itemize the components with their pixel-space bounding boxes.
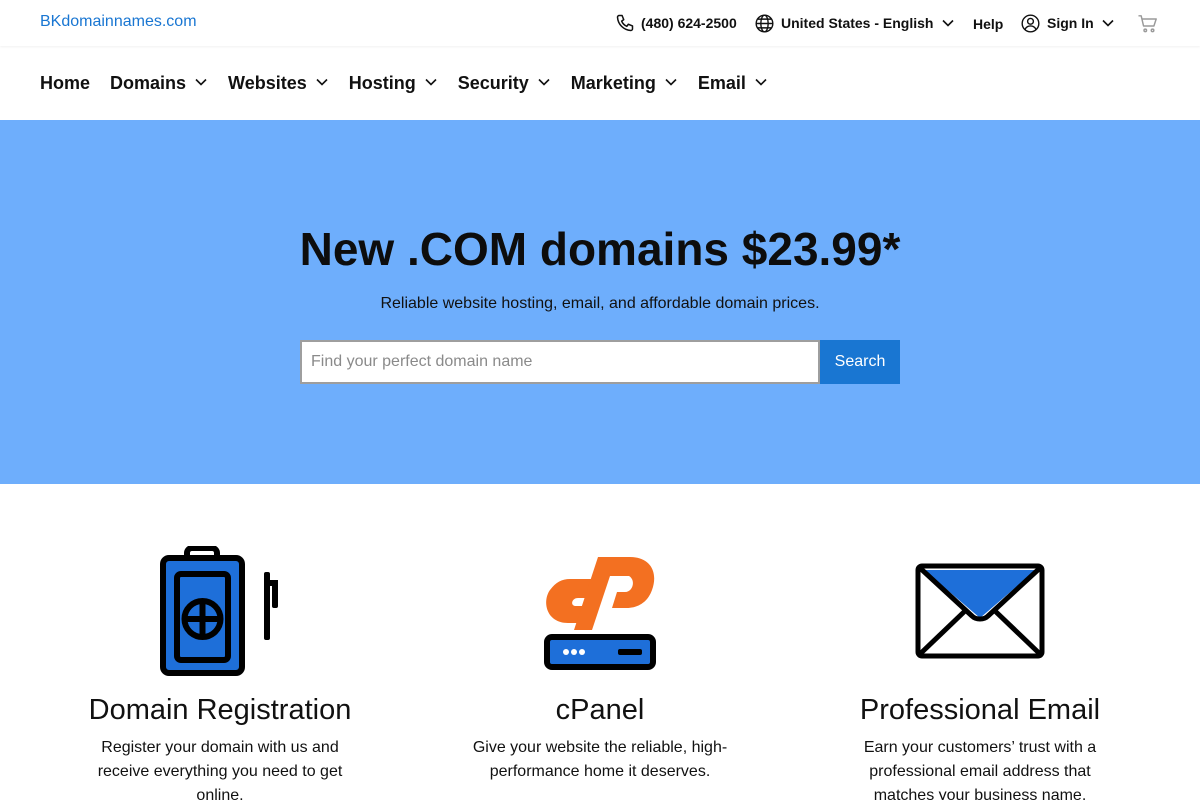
search-button[interactable]: Search [820, 340, 900, 384]
cpanel-icon [530, 546, 670, 678]
hero-title: New .COM domains $23.99* [299, 223, 901, 275]
user-circle-icon [1020, 13, 1041, 34]
cart-icon [1137, 14, 1159, 34]
nav-item-label: Websites [228, 72, 307, 93]
domain-registration-icon [150, 545, 290, 678]
nav-item-label: Email [697, 72, 746, 93]
chevron-down-icon [1101, 16, 1115, 30]
nav-item-email[interactable]: Email [698, 71, 768, 95]
brand-link[interactable]: BKdomainnames.com [40, 13, 197, 31]
utility-bar: BKdomainnames.com (480) 624-2500 United … [0, 0, 1200, 46]
features-section: Domain Registration Register your domain… [0, 484, 1200, 800]
hero-subtitle: Reliable website hosting, email, and aff… [380, 295, 820, 312]
nav-item-hosting[interactable]: Hosting [349, 71, 438, 95]
help-link[interactable]: Help [973, 13, 1003, 35]
nav-item-home[interactable]: Home [40, 71, 90, 95]
chevron-down-icon [664, 73, 678, 94]
domain-search-input[interactable] [300, 340, 820, 384]
feature-title: cPanel [555, 694, 645, 726]
chevron-down-icon [941, 16, 955, 30]
email-envelope-icon [910, 546, 1050, 678]
feature-description: Register your domain with us and receive… [97, 739, 343, 800]
feature-description: Earn your customers’ trust with a profes… [863, 739, 1097, 800]
feature-title: Domain Registration [88, 694, 352, 726]
cart-button[interactable] [1137, 13, 1159, 35]
domain-search-form: Search [300, 340, 900, 384]
nav-item-websites[interactable]: Websites [228, 71, 329, 95]
main-nav: Home Domains Websites Hosting Security M… [0, 46, 1200, 120]
hero-section: New .COM domains $23.99* Reliable websit… [0, 120, 1200, 484]
phone-number: (480) 624-2500 [641, 15, 737, 31]
phone-icon [615, 13, 635, 33]
nav-list: Home Domains Websites Hosting Security M… [40, 71, 788, 95]
chevron-down-icon [194, 73, 208, 94]
nav-item-domains[interactable]: Domains [110, 71, 208, 95]
chevron-down-icon [754, 73, 768, 94]
nav-item-label: Security [457, 72, 529, 93]
feature-description: Give your website the reliable, high-per… [472, 739, 728, 780]
nav-item-label: Hosting [348, 72, 416, 93]
sign-in-menu[interactable]: Sign In [1020, 12, 1115, 34]
phone-link[interactable]: (480) 624-2500 [615, 12, 737, 34]
feature-title: Professional Email [859, 694, 1101, 726]
globe-icon [754, 13, 775, 34]
locale-label: United States - English [781, 15, 934, 31]
sign-in-label: Sign In [1047, 15, 1094, 31]
chevron-down-icon [537, 73, 551, 94]
locale-selector[interactable]: United States - English [754, 12, 955, 34]
chevron-down-icon [424, 73, 438, 94]
chevron-down-icon [315, 73, 329, 94]
nav-item-marketing[interactable]: Marketing [571, 71, 678, 95]
nav-item-label: Marketing [570, 72, 656, 93]
nav-item-label: Domains [110, 72, 187, 93]
nav-item-security[interactable]: Security [458, 71, 551, 95]
nav-item-label: Home [40, 72, 91, 93]
